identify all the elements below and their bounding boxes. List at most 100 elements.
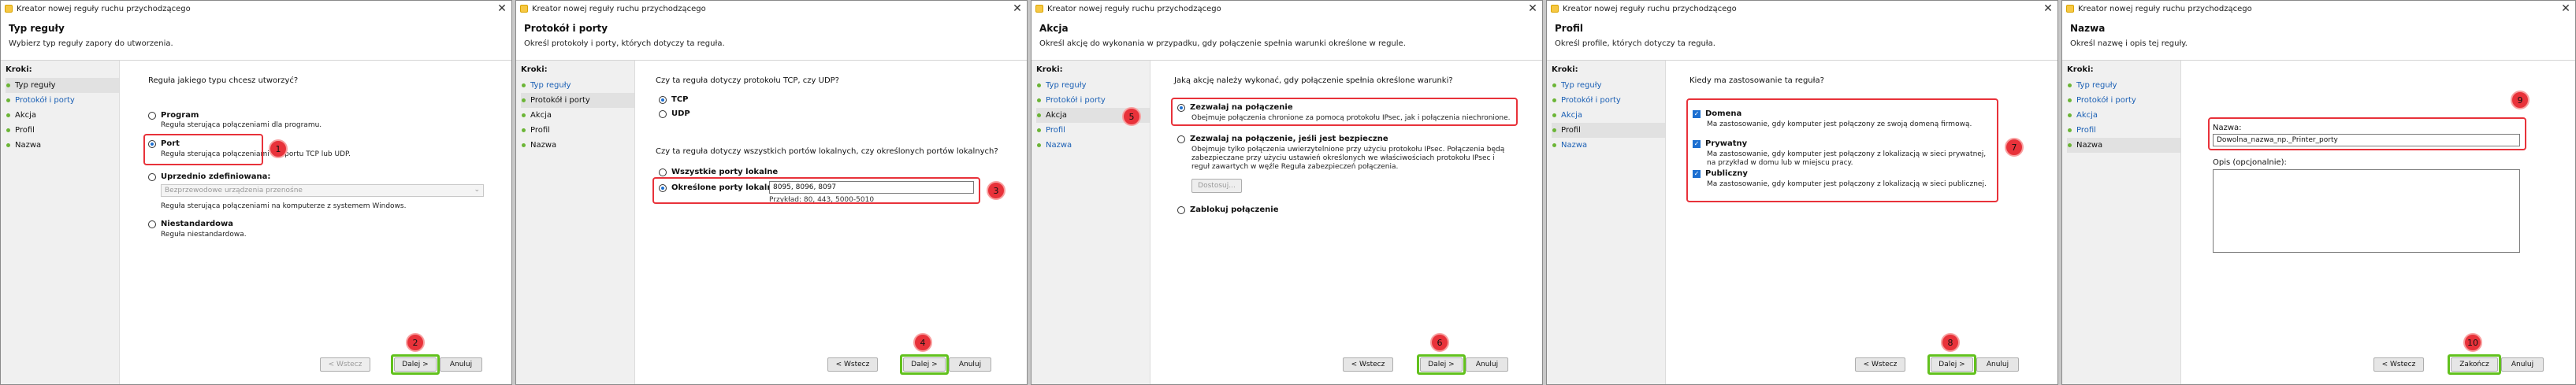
question-label: Reguła jakiego typu chcesz utworzyć? [148,76,299,85]
cancel-button[interactable]: Anuluj [1466,357,1508,372]
predefined-select[interactable]: Bezprzewodowe urządzenia przenośne ⌄ [161,184,484,197]
steps-label: Kroki: [6,65,32,74]
title-bar: Kreator nowej reguły ruchu przychodząceg… [1032,1,1542,17]
back-button[interactable]: < Wstecz [827,357,878,372]
customize-button[interactable]: Dostosuj... [1191,179,1242,193]
step-badge: 3 [987,181,1005,200]
page-subtitle: Wybierz typ reguły zapory do utworzenia. [9,39,173,48]
page-title: Profil [1555,23,1583,34]
option-all-ports[interactable]: Wszystkie porty lokalne [659,168,778,176]
option-block[interactable]: Zablokuj połączenie [1177,205,1278,214]
step-action[interactable]: Akcja [2067,108,2180,123]
step-protocol-ports[interactable]: Protokół i porty [6,93,119,108]
title-bar: Kreator nowej reguły ruchu przychodząceg… [1547,1,2057,17]
step-rule-type[interactable]: Typ reguły [6,78,119,93]
radio-selected-icon [659,95,667,104]
page-title: Akcja [1039,23,1069,34]
step-action[interactable]: Akcja [521,108,634,123]
steps-label: Kroki: [1036,65,1063,74]
close-icon[interactable]: ✕ [1523,2,1542,15]
page-subtitle: Określ profile, których dotyczy ta reguł… [1555,39,1715,48]
content-panel: 9 Nazwa: Dowolna_nazwa_np._Printer_porty… [2180,61,2575,384]
step-name[interactable]: Nazwa [521,138,634,153]
step-protocol-ports[interactable]: Protokół i porty [2067,93,2180,108]
step-badge: 8 [1941,333,1960,352]
header: Nazwa Określ nazwę i opis tej reguły. [2062,17,2575,61]
step-name[interactable]: Nazwa [6,138,119,153]
step-badge: 6 [1430,333,1449,352]
back-button[interactable]: < Wstecz [1855,357,1905,372]
step-name[interactable]: Nazwa [1552,138,1665,153]
option-program[interactable]: Program [148,111,199,120]
step-rule-type[interactable]: Typ reguły [521,78,634,93]
cancel-button[interactable]: Anuluj [949,357,991,372]
window-title: Kreator nowej reguły ruchu przychodząceg… [2078,4,2252,13]
step-rule-type[interactable]: Typ reguły [2067,78,2180,93]
option-label: TCP [671,95,689,104]
cancel-button[interactable]: Anuluj [2501,357,2544,372]
window-title: Kreator nowej reguły ruchu przychodząceg… [1563,4,1737,13]
option-custom[interactable]: Niestandardowa [148,220,233,228]
step-action[interactable]: Akcja [1552,108,1665,123]
option-tcp[interactable]: TCP [659,95,689,104]
option-predefined[interactable]: Uprzednio zdefiniowana: [148,172,270,181]
back-button[interactable]: < Wstecz [320,357,370,372]
cancel-button[interactable]: Anuluj [1976,357,2019,372]
step-badge: 1 [269,139,288,158]
page-title: Nazwa [2070,23,2106,34]
close-icon[interactable]: ✕ [2039,2,2057,15]
content-panel: Kiedy ma zastosowanie ta reguła? ✓ Domena… [1665,61,2057,384]
steps-panel: Kroki: Typ reguły Protokół i porty Akcja… [2062,61,2180,384]
step-rule-type[interactable]: Typ reguły [1552,78,1665,93]
page-subtitle: Określ nazwę i opis tej reguły. [2070,39,2188,48]
step-name[interactable]: Nazwa [1036,138,1150,153]
step-name[interactable]: Nazwa [2067,138,2180,153]
step-badge: 5 [1122,107,1141,126]
step-rule-type[interactable]: Typ reguły [1036,78,1150,93]
step-badge: 9 [2511,91,2530,109]
content-panel: Reguła jakiego typu chcesz utworzyć? Pro… [119,61,511,384]
close-icon[interactable]: ✕ [1008,2,1027,15]
back-button[interactable]: < Wstecz [2373,357,2424,372]
description-textarea[interactable] [2213,169,2520,253]
cancel-button[interactable]: Anuluj [440,357,482,372]
title-bar: Kreator nowej reguły ruchu przychodząceg… [516,1,1027,17]
radio-icon [148,172,156,181]
option-label: UDP [671,109,690,118]
content-panel: Czy ta reguła dotyczy protokołu TCP, czy… [634,61,1027,384]
header: Profil Określ profile, których dotyczy ta… [1547,17,2057,61]
step-profile[interactable]: Profil [2067,123,2180,138]
option-description: Reguła sterująca połączeniami dla progra… [161,121,322,129]
highlight-box [1171,98,1518,126]
close-icon[interactable]: ✕ [2556,2,2575,15]
window-title: Kreator nowej reguły ruchu przychodząceg… [1047,4,1221,13]
step-badge: 7 [2005,138,2024,157]
highlight-box [2208,117,2526,150]
step-profile[interactable]: Profil [6,123,119,138]
step-protocol-ports[interactable]: Protokół i porty [521,93,634,108]
option-description: Reguła sterująca połączeniami na kompute… [161,202,407,210]
page-title: Protokół i porty [524,23,608,34]
steps-panel: Kroki: Typ reguły Protokół i porty Akcja… [1,61,119,384]
step-protocol-ports[interactable]: Protokół i porty [1036,93,1150,108]
close-icon[interactable]: ✕ [493,2,511,15]
back-button[interactable]: < Wstecz [1343,357,1393,372]
step-profile[interactable]: Profil [521,123,634,138]
option-label: Niestandardowa [161,220,234,228]
option-udp[interactable]: UDP [659,109,690,118]
radio-icon [1177,135,1185,143]
radio-icon [1177,205,1185,214]
option-description: Obejmuje tylko połączenia uwierzytelnion… [1191,146,1505,171]
step-protocol-ports[interactable]: Protokół i porty [1552,93,1665,108]
steps-label: Kroki: [521,65,548,74]
wizard-profile: Kreator nowej reguły ruchu przychodząceg… [1546,0,2058,385]
step-action[interactable]: Akcja [6,108,119,123]
window-title: Kreator nowej reguły ruchu przychodząceg… [532,4,706,13]
steps-panel: Kroki: Typ reguły Protokół i porty Akcja… [516,61,634,384]
steps-label: Kroki: [1552,65,1578,74]
wizard-name: Kreator nowej reguły ruchu przychodząceg… [2061,0,2576,385]
step-profile[interactable]: Profil [1552,123,1665,138]
radio-icon [148,111,156,120]
page-subtitle: Określ akcję do wykonania w przypadku, g… [1039,39,1406,48]
option-allow-secure[interactable]: Zezwalaj na połączenie, jeśli jest bezpi… [1177,135,1388,143]
